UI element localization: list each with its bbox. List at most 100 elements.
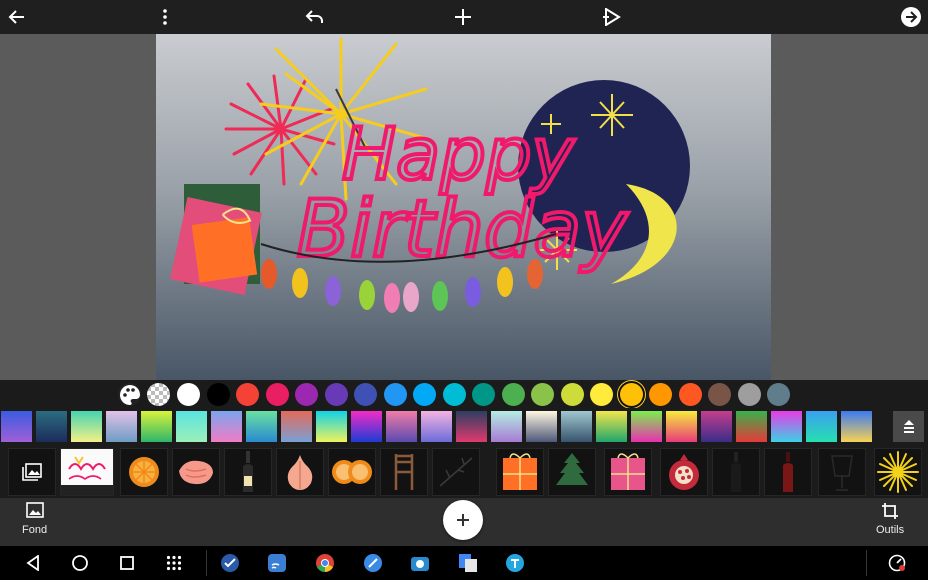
add-button[interactable] [446, 0, 480, 34]
color-swatch[interactable] [442, 383, 466, 406]
color-swatch[interactable] [177, 383, 200, 406]
color-swatch[interactable] [236, 383, 259, 406]
sticker-pink-gift[interactable] [604, 448, 652, 496]
palette-icon [119, 384, 140, 405]
gradient-swatch[interactable] [456, 411, 487, 442]
gradient-swatch[interactable] [176, 411, 207, 442]
gradient-swatch[interactable] [106, 411, 137, 442]
nav-back-button[interactable] [16, 546, 50, 580]
sticker-glass[interactable] [818, 448, 866, 496]
sticker-tree[interactable] [548, 448, 596, 496]
color-swatch[interactable] [206, 383, 230, 406]
background-label: Fond [22, 524, 48, 536]
performance-monitor-button[interactable] [880, 546, 914, 580]
nav-recents-button[interactable] [110, 546, 144, 580]
gradient-swatch[interactable] [666, 411, 697, 442]
sticker-onion[interactable] [276, 448, 324, 496]
sticker-chair[interactable] [380, 448, 428, 496]
color-swatch[interactable] [413, 383, 436, 406]
color-swatch[interactable] [737, 383, 761, 406]
taskbar-app-chrome[interactable] [308, 546, 342, 580]
color-swatch[interactable] [708, 383, 731, 406]
taskbar-app-cast[interactable] [260, 546, 294, 580]
gradient-swatch[interactable] [141, 411, 172, 442]
tools-button[interactable]: Outils [876, 502, 904, 536]
gradient-swatch[interactable] [281, 411, 312, 442]
taskbar-app-translate[interactable] [451, 546, 485, 580]
gradient-swatch[interactable] [526, 411, 557, 442]
gradient-swatch[interactable] [631, 411, 662, 442]
undo-button[interactable] [297, 0, 331, 34]
sticker-bottle[interactable] [224, 448, 272, 496]
sticker-orange-slice[interactable] [120, 448, 168, 496]
gift-box-icon [503, 453, 537, 490]
gradient-swatch[interactable] [561, 411, 592, 442]
color-swatch[interactable] [265, 383, 289, 406]
nav-home-button[interactable] [63, 546, 97, 580]
gradient-swatch[interactable] [491, 411, 522, 442]
sticker-firework[interactable] [874, 448, 922, 496]
taskbar-app-text[interactable] [498, 546, 532, 580]
more-menu-button[interactable] [148, 0, 182, 34]
gradient-swatch[interactable] [246, 411, 277, 442]
gradient-swatch[interactable] [71, 411, 102, 442]
sticker-salmon[interactable] [172, 448, 220, 496]
card-canvas[interactable]: Happy Birthday [156, 34, 771, 380]
color-swatch[interactable] [501, 383, 525, 406]
gradient-swatch[interactable] [736, 411, 767, 442]
app-drawer-button[interactable] [157, 546, 191, 580]
color-palette [0, 380, 928, 408]
color-swatch[interactable] [472, 383, 495, 406]
sticker-dark-bottle[interactable] [712, 448, 760, 496]
color-swatch[interactable] [678, 383, 702, 406]
color-swatch[interactable] [383, 383, 407, 406]
app-drawer-icon [166, 555, 182, 571]
color-swatch[interactable] [295, 383, 318, 406]
gradient-more-button[interactable] [893, 411, 924, 442]
gradient-swatch[interactable] [771, 411, 802, 442]
add-element-fab[interactable] [443, 500, 483, 540]
gradient-swatch[interactable] [36, 411, 67, 442]
gradient-swatch[interactable] [316, 411, 347, 442]
gradient-swatch[interactable] [386, 411, 417, 442]
salmon-fillet-icon [179, 460, 213, 485]
sticker-birthday-card[interactable] [60, 448, 114, 496]
gallery-button[interactable] [8, 448, 56, 496]
color-swatch[interactable] [619, 383, 643, 406]
gradient-swatch[interactable] [421, 411, 452, 442]
gradient-swatch[interactable] [596, 411, 627, 442]
next-button[interactable] [894, 0, 928, 34]
sticker-orange-halves[interactable] [328, 448, 376, 496]
gradient-swatch[interactable] [351, 411, 382, 442]
palette-picker-button[interactable] [118, 383, 141, 406]
color-swatch[interactable] [649, 383, 672, 406]
gradient-swatch[interactable] [701, 411, 732, 442]
color-swatch[interactable] [560, 383, 584, 406]
sticker-orange-gift[interactable] [496, 448, 544, 496]
preview-button[interactable] [595, 0, 629, 34]
color-swatch[interactable] [531, 383, 554, 406]
gradient-swatch[interactable] [806, 411, 837, 442]
gradient-swatch[interactable] [1, 411, 32, 442]
gradient-swatch[interactable] [841, 411, 872, 442]
sticker-red-bottle[interactable] [764, 448, 812, 496]
sticker-pomegranate[interactable] [660, 448, 708, 496]
gradient-swatch[interactable] [211, 411, 242, 442]
chair-icon [394, 454, 414, 490]
sticker-twig[interactable] [432, 448, 480, 496]
taskbar-app-notes[interactable] [356, 546, 390, 580]
taskbar-app-camera[interactable] [403, 546, 437, 580]
color-swatch[interactable] [324, 383, 348, 406]
transparent-swatch[interactable] [147, 383, 170, 406]
color-swatch[interactable] [354, 383, 377, 406]
taskbar-app-tasks[interactable] [213, 546, 247, 580]
gauge-icon [888, 554, 906, 572]
back-button[interactable] [0, 0, 34, 34]
orange-halves-icon [332, 460, 372, 484]
play-icon [603, 8, 621, 26]
color-swatch[interactable] [767, 383, 790, 406]
dark-bottle-icon [731, 452, 741, 492]
background-button[interactable]: Fond [22, 502, 47, 536]
color-swatch[interactable] [590, 383, 613, 406]
notes-app-icon [364, 554, 382, 572]
